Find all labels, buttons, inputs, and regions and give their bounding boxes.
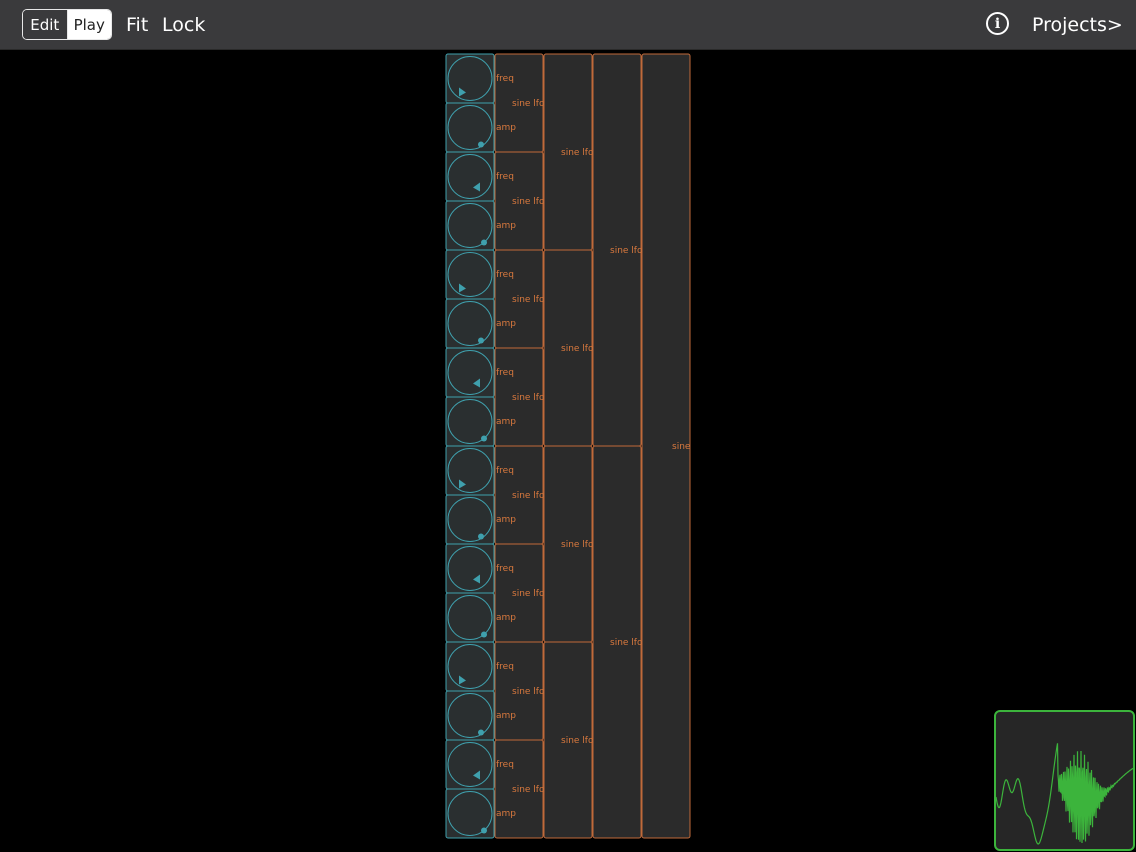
knob-dot (481, 435, 487, 442)
port-label: freq (496, 564, 514, 574)
port-label: freq (496, 368, 514, 378)
knob-dot (478, 337, 484, 344)
port-label: amp (496, 123, 516, 133)
knob-dot (478, 533, 484, 540)
knob-dot (481, 827, 487, 834)
knob-cell[interactable] (445, 151, 495, 202)
port-label: amp (496, 221, 516, 231)
knob-cell[interactable] (445, 494, 495, 545)
knob-cell[interactable] (445, 690, 495, 741)
lock-button[interactable]: Lock (162, 12, 205, 38)
port-label: freq (496, 760, 514, 770)
waveform-scope[interactable] (994, 710, 1135, 851)
port-label: freq (496, 172, 514, 182)
knob-cell[interactable] (445, 249, 495, 300)
port-label: freq (496, 466, 514, 476)
knob-dot (478, 729, 484, 736)
knob-cell[interactable] (445, 347, 495, 398)
play-mode-button[interactable]: Play (67, 10, 111, 39)
knob-cell[interactable] (445, 543, 495, 594)
knob-cell[interactable] (445, 53, 495, 104)
port-label: amp (496, 319, 516, 329)
info-icon[interactable]: i (986, 12, 1009, 35)
waveform-display (996, 743, 1133, 845)
knob-dot (478, 141, 484, 148)
port-label: amp (496, 809, 516, 819)
toolbar: Edit Play Fit Lock i Projects> (0, 0, 1136, 50)
fit-button[interactable]: Fit (126, 12, 148, 38)
port-label: amp (496, 711, 516, 721)
knob-cell[interactable] (445, 739, 495, 790)
knob-dot (481, 239, 487, 246)
port-label: amp (496, 417, 516, 427)
knob-cell[interactable] (445, 102, 495, 153)
mode-segmented-control[interactable]: Edit Play (22, 9, 112, 40)
knob-cell[interactable] (445, 445, 495, 496)
knob-dot (481, 631, 487, 638)
module-label: sine (672, 442, 691, 452)
port-label: freq (496, 270, 514, 280)
port-label: amp (496, 613, 516, 623)
projects-button[interactable]: Projects> (1032, 12, 1123, 38)
patch-canvas[interactable]: sine lfo-freqsine lfo-ampsine lfo-freqsi… (0, 50, 1136, 852)
edit-mode-button[interactable]: Edit (23, 10, 68, 39)
port-label: amp (496, 515, 516, 525)
knob-cell[interactable] (445, 298, 495, 349)
port-label: freq (496, 662, 514, 672)
knob-cell[interactable] (445, 641, 495, 692)
port-label: freq (496, 74, 514, 84)
